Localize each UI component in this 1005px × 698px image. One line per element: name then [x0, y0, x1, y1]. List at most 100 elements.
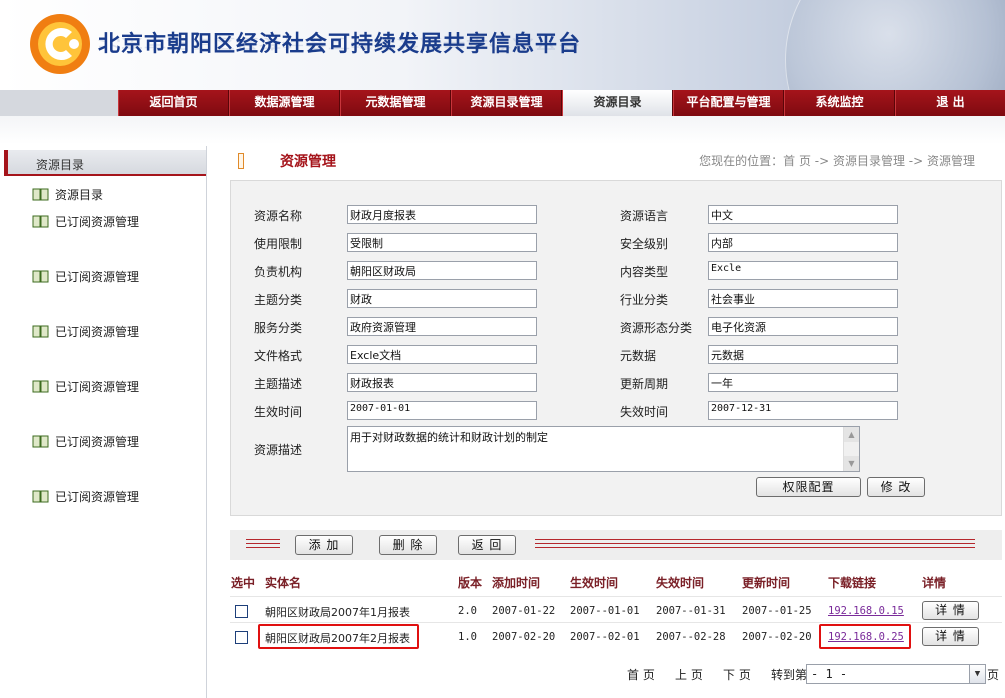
updated-time: 2007--01-25 [742, 605, 812, 617]
table-row: 朝阳区财政局2007年1月报表 2.0 2007-01-22 2007--01-… [230, 596, 1002, 624]
field-label: 文件格式 [254, 349, 303, 363]
add-button[interactable]: 添 加 [295, 535, 353, 555]
file-format-field[interactable]: Excle文档 [347, 345, 537, 364]
prev-page-link[interactable]: 上 页 [675, 666, 703, 683]
sidebar-item-subscribed[interactable]: 已订阅资源管理 [32, 213, 139, 230]
update-cycle-field[interactable]: 一年 [708, 373, 898, 392]
content-type-field[interactable]: Excle [708, 261, 898, 280]
nav-home[interactable]: 返回首页 [118, 90, 229, 116]
col-header: 选中 [231, 576, 256, 590]
field-label: 服务分类 [254, 321, 303, 335]
col-header: 版本 [458, 576, 483, 590]
nav-logout[interactable]: 退 出 [895, 90, 1005, 116]
col-header: 失效时间 [656, 576, 705, 590]
agency-field[interactable]: 朝阳区财政局 [347, 261, 537, 280]
scroll-down-icon[interactable]: ▼ [844, 456, 859, 471]
resource-desc-textarea[interactable]: 用于对财政数据的统计和财政计划的制定 ▲ ▼ [347, 426, 860, 472]
topic-category-field[interactable]: 财政 [347, 289, 537, 308]
resource-form: 资源名称 财政月度报表 使用限制 受限制 负责机构 朝阳区财政局 主题分类 财政… [230, 180, 1002, 516]
detail-button[interactable]: 详 情 [922, 601, 979, 620]
field-label: 使用限制 [254, 237, 303, 251]
row-checkbox[interactable] [235, 631, 248, 644]
col-header: 更新时间 [742, 576, 791, 590]
resource-desc-text: 用于对财政数据的统计和财政计划的制定 [350, 431, 548, 444]
detail-button[interactable]: 详 情 [922, 627, 979, 646]
back-button[interactable]: 返 回 [458, 535, 516, 555]
sidebar-item-subscribed[interactable]: 已订阅资源管理 [32, 488, 139, 505]
topic-desc-field[interactable]: 财政报表 [347, 373, 537, 392]
col-header: 生效时间 [570, 576, 619, 590]
expire-date-field[interactable]: 2007-12-31 [708, 401, 898, 420]
sidebar-item-subscribed[interactable]: 已订阅资源管理 [32, 378, 139, 395]
download-link[interactable]: 192.168.0.15 [828, 605, 904, 617]
entity-name: 朝阳区财政局2007年1月报表 [265, 606, 410, 619]
usage-limit-field[interactable]: 受限制 [347, 233, 537, 252]
page-select[interactable]: - 1 - ▼ [806, 664, 986, 684]
action-toolbar: 添 加 删 除 返 回 [230, 530, 1002, 560]
version: 2.0 [458, 605, 477, 617]
metadata-field[interactable]: 元数据 [708, 345, 898, 364]
industry-field[interactable]: 社会事业 [708, 289, 898, 308]
delete-button[interactable]: 删 除 [379, 535, 437, 555]
book-icon [32, 490, 49, 503]
book-icon [32, 188, 49, 201]
sidebar-header: 资源目录 [4, 150, 206, 176]
book-icon [32, 325, 49, 338]
nav-monitor[interactable]: 系统监控 [784, 90, 895, 116]
sidebar-item-label: 资源目录 [55, 188, 104, 202]
col-header: 详情 [922, 576, 947, 590]
service-category-field[interactable]: 政府资源管理 [347, 317, 537, 336]
field-label: 主题描述 [254, 377, 303, 391]
modify-button[interactable]: 修 改 [867, 477, 925, 497]
scroll-up-icon[interactable]: ▲ [844, 427, 859, 442]
pager: 首 页 上 页 下 页 转到第 [620, 664, 808, 686]
page-select-value: - 1 - [811, 667, 848, 681]
field-label: 更新周期 [620, 377, 669, 391]
page-title: 资源管理 [280, 154, 336, 170]
sidebar-item-catalog[interactable]: 资源目录 [32, 186, 103, 203]
field-label: 资源形态分类 [620, 321, 693, 335]
security-level-field[interactable]: 内部 [708, 233, 898, 252]
field-label: 行业分类 [620, 293, 669, 307]
resource-form-type-field[interactable]: 电子化资源 [708, 317, 898, 336]
page-suffix: 页 [987, 668, 1000, 682]
sidebar-item-subscribed[interactable]: 已订阅资源管理 [32, 433, 139, 450]
row-checkbox[interactable] [235, 605, 248, 618]
nav-metadata[interactable]: 元数据管理 [340, 90, 451, 116]
highlight-box [258, 624, 419, 649]
nav-platform-config[interactable]: 平台配置与管理 [673, 90, 784, 116]
first-page-link[interactable]: 首 页 [627, 666, 655, 683]
book-icon [32, 270, 49, 283]
highlight-box [819, 624, 911, 649]
nav-catalog[interactable]: 资源目录 [562, 90, 673, 116]
textarea-scrollbar[interactable]: ▲ ▼ [843, 427, 859, 471]
chevron-down-icon[interactable]: ▼ [969, 665, 985, 683]
expire-time: 2007--01-31 [656, 605, 726, 617]
nav-catalog-manage[interactable]: 资源目录管理 [451, 90, 562, 116]
permission-config-button[interactable]: 权限配置 [756, 477, 861, 497]
site-title-reflection: 北京市朝阳区经济社会可持续发展共享信息平台 [98, 35, 582, 51]
field-label: 内容类型 [620, 265, 669, 279]
field-label: 负责机构 [254, 265, 303, 279]
effective-time: 2007--01-01 [570, 605, 640, 617]
decor-lines [246, 539, 280, 551]
field-label: 安全级别 [620, 237, 669, 251]
sidebar-item-label: 已订阅资源管理 [55, 435, 140, 449]
field-label: 失效时间 [620, 405, 669, 419]
goto-label: 转到第 [771, 668, 808, 682]
col-header: 下载链接 [828, 576, 877, 590]
sidebar-item-subscribed[interactable]: 已订阅资源管理 [32, 268, 139, 285]
next-page-link[interactable]: 下 页 [723, 666, 751, 683]
field-label: 资源语言 [620, 209, 669, 223]
effective-date-field[interactable]: 2007-01-01 [347, 401, 537, 420]
nav-datasource[interactable]: 数据源管理 [229, 90, 340, 116]
added-time: 2007-02-20 [492, 631, 556, 643]
field-label: 资源名称 [254, 209, 303, 223]
resource-name-field[interactable]: 财政月度报表 [347, 205, 537, 224]
language-field[interactable]: 中文 [708, 205, 898, 224]
expire-time: 2007--02-28 [656, 631, 726, 643]
field-label: 元数据 [620, 349, 657, 363]
breadcrumb: 您现在的位置：首 页 -> 资源目录管理 -> 资源管理 [699, 154, 975, 168]
effective-time: 2007--02-01 [570, 631, 640, 643]
sidebar-item-subscribed[interactable]: 已订阅资源管理 [32, 323, 139, 340]
